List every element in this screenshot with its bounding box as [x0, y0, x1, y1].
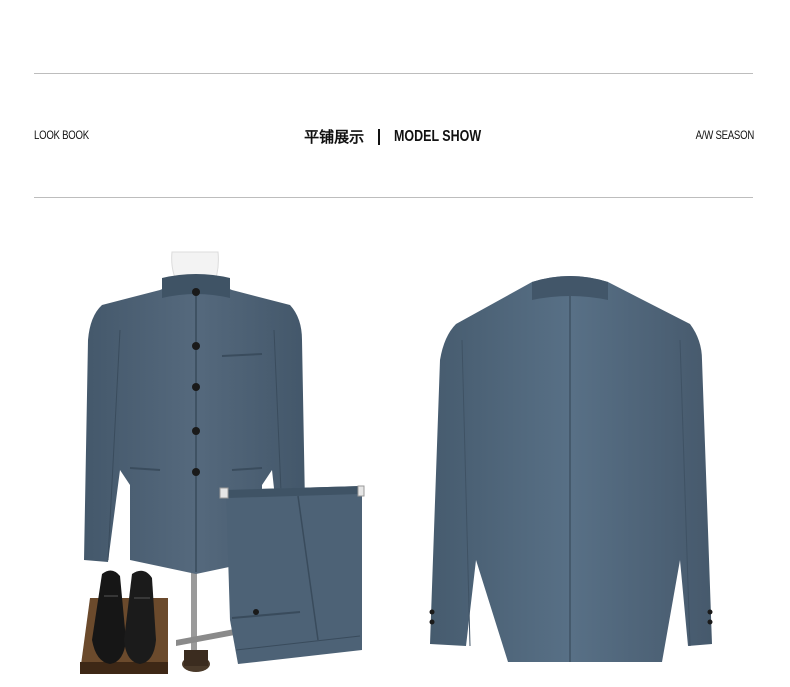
product-photos [80, 251, 713, 674]
right-shoe [124, 570, 156, 664]
jacket-button-1 [192, 288, 200, 296]
jacket-button-3 [192, 383, 200, 391]
jacket-button-4 [192, 427, 200, 435]
back-jacket [429, 276, 713, 662]
folded-trousers [219, 485, 365, 664]
left-shoe [92, 570, 126, 664]
jacket-button-5 [192, 468, 200, 476]
shoe-display [80, 570, 168, 674]
jacket-button-2 [192, 342, 200, 350]
